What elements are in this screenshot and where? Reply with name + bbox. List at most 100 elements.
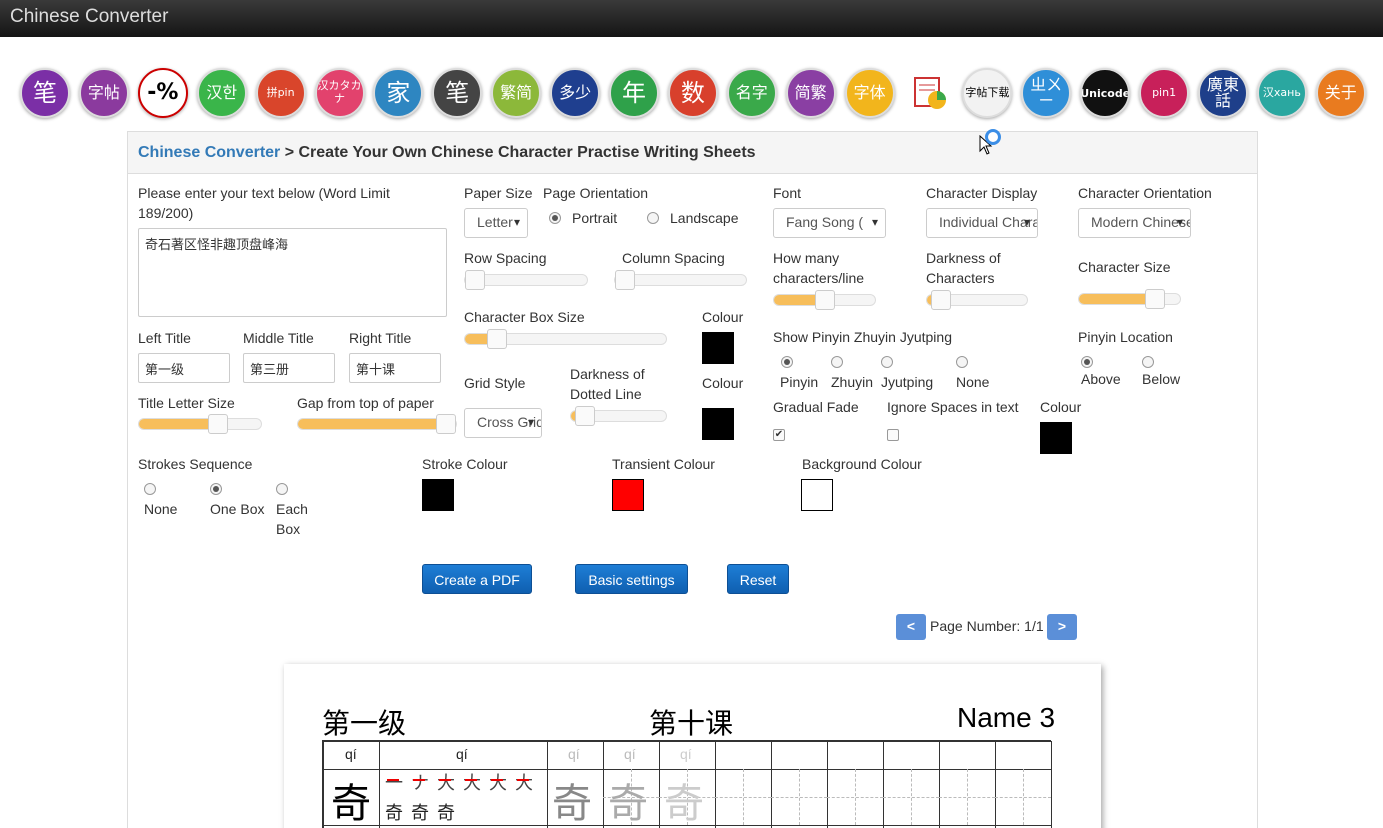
slider-handle[interactable] <box>208 414 228 434</box>
year-tool-icon[interactable]: 年 <box>609 68 659 118</box>
copybook-tool-icon[interactable]: 字帖 <box>78 68 129 118</box>
slider-handle[interactable] <box>815 290 835 310</box>
practice-text-area[interactable]: 奇石著区怪非趣顶盘峰海 <box>138 228 447 317</box>
portrait-radio[interactable] <box>549 212 561 224</box>
tool-icon-label: 字帖 <box>87 83 120 102</box>
slider-handle[interactable] <box>615 270 635 290</box>
paper-size-select[interactable]: Letter <box>464 208 528 238</box>
traditional-simplified-tool-icon[interactable]: 繁简 <box>491 68 542 118</box>
slider-handle[interactable] <box>465 270 485 290</box>
how-many-tool-icon[interactable]: 多少 <box>550 68 601 118</box>
strokes-each-box-radio[interactable] <box>276 483 288 495</box>
tool-icon-row: 笔 字帖 -% 汉한 拼pin 汉カタカナ家 笔 繁简 多少 年 数 名字 简繁 字体 字帖下载 ㄓㄨㄧ Uni… <box>0 68 1383 120</box>
stroke-colour-swatch[interactable] <box>422 479 454 511</box>
slider-handle[interactable] <box>1145 289 1165 309</box>
chinese-korean-tool-icon[interactable]: 汉한 <box>196 68 247 118</box>
zhuyin-radio[interactable] <box>831 356 843 368</box>
family-tool-icon[interactable]: 家 <box>373 68 424 118</box>
chinese-cyrillic-tool-icon[interactable]: 汉xaнь <box>1256 68 1307 118</box>
char-darkness-slider[interactable] <box>926 290 1028 310</box>
next-page-button[interactable]: > <box>1047 614 1077 640</box>
grid-line <box>883 741 884 828</box>
tool-icon-label: 笔 <box>445 79 470 107</box>
strokes-sequence-label: Strokes Sequence <box>138 456 253 472</box>
landscape-radio[interactable] <box>647 212 659 224</box>
pin1-tool-icon[interactable]: pin1 <box>1139 68 1190 118</box>
copybook-download-tool-icon[interactable]: 字帖下载 <box>962 68 1013 118</box>
dotted-colour-swatch[interactable] <box>702 408 734 440</box>
right-title-input[interactable]: 第十课 <box>349 353 441 383</box>
basic-settings-button[interactable]: Basic settings <box>575 564 688 594</box>
char-size-label: Character Size <box>1078 259 1171 275</box>
stroke-step-character: 一 <box>385 773 403 794</box>
zhuyin-tool-icon[interactable]: ㄓㄨㄧ <box>1021 68 1072 118</box>
transient-stroke-mark <box>517 779 529 781</box>
slider-handle[interactable] <box>436 414 456 434</box>
pinyin-tool-icon[interactable]: 拼pin <box>255 68 306 118</box>
ignore-spaces-checkbox[interactable] <box>887 429 899 441</box>
strokes-none-radio[interactable] <box>144 483 156 495</box>
stroke-step-character: ナ <box>411 773 429 794</box>
char-size-slider[interactable] <box>1078 289 1181 309</box>
title-letter-size-slider[interactable] <box>138 414 262 434</box>
slider-handle[interactable] <box>931 290 951 310</box>
gradual-fade-label: Gradual Fade <box>773 399 859 415</box>
jyutping-radio[interactable] <box>881 356 893 368</box>
number-tool-icon[interactable]: 数 <box>667 68 718 118</box>
dotted-darkness-slider[interactable] <box>570 406 667 426</box>
fade-colour-swatch[interactable] <box>1040 422 1072 454</box>
slider-handle[interactable] <box>487 329 507 349</box>
create-pdf-button[interactable]: Create a PDF <box>422 564 532 594</box>
brush-stroke-tool-icon[interactable]: 笔 <box>20 68 70 118</box>
chart-document-icon[interactable] <box>904 68 954 118</box>
dotted-guide <box>715 797 771 798</box>
simplified-traditional-tool-icon[interactable]: 简繁 <box>785 68 836 118</box>
tool-icon-label: 多少 <box>559 83 592 102</box>
none-pinyin-radio[interactable] <box>956 356 968 368</box>
pinyin-radio[interactable] <box>781 356 793 368</box>
grid-colour-swatch[interactable] <box>702 332 734 364</box>
column-spacing-slider[interactable] <box>614 270 747 290</box>
fade-colour-label: Colour <box>1040 399 1082 415</box>
page-number-label: Page Number: 1/1 <box>930 618 1044 634</box>
tool-icon-label: -% <box>147 80 179 105</box>
below-radio[interactable] <box>1142 356 1154 368</box>
char-display-select[interactable]: Individual Characters <box>926 208 1038 238</box>
sheet-left-title: 第一级 <box>322 707 407 740</box>
left-title-input[interactable]: 第一级 <box>138 353 230 383</box>
about-tool-icon[interactable]: 关于 <box>1315 68 1366 118</box>
font-label: Font <box>773 185 802 201</box>
unicode-tool-icon[interactable]: Unicode <box>1080 68 1131 118</box>
jyutping-option-label: Jyutping <box>881 374 934 390</box>
background-colour-swatch[interactable] <box>801 479 833 511</box>
transient-colour-swatch[interactable] <box>612 479 644 511</box>
background-colour-label: Background Colour <box>802 456 922 472</box>
chars-per-line-slider[interactable] <box>773 290 876 310</box>
breadcrumb-home-link[interactable]: Chinese Converter <box>138 144 280 161</box>
gradual-fade-checkbox[interactable]: ✔ <box>773 429 785 441</box>
char-darkness-label: Darkness of Characters <box>926 250 1001 286</box>
gap-from-top-slider[interactable] <box>297 414 457 434</box>
ignore-spaces-label: Ignore Spaces in text <box>887 399 1019 415</box>
name-tool-icon[interactable]: 名字 <box>726 68 777 118</box>
stroke-order-tool-icon[interactable]: 笔 <box>432 68 483 118</box>
prev-page-button[interactable]: < <box>896 614 926 640</box>
cantonese-tool-icon[interactable]: 廣東話 <box>1198 68 1248 118</box>
chinese-katakana-tool-icon[interactable]: 汉カタカナ <box>314 68 365 118</box>
percent-tool-icon[interactable]: -% <box>137 68 188 118</box>
font-tool-icon[interactable]: 字体 <box>844 68 895 118</box>
char-orientation-select[interactable]: Modern Chinese <box>1078 208 1191 238</box>
font-select[interactable]: Fang Song ( <box>773 208 886 238</box>
transient-stroke-mark <box>413 779 425 781</box>
dotted-guide <box>827 797 883 798</box>
app-title[interactable]: Chinese Converter <box>10 6 168 28</box>
reset-button[interactable]: Reset <box>727 564 789 594</box>
char-box-size-slider[interactable] <box>464 329 667 349</box>
pinyin-location-label: Pinyin Location <box>1078 329 1173 345</box>
above-radio[interactable] <box>1081 356 1093 368</box>
grid-style-select[interactable]: Cross Grid <box>464 408 542 438</box>
middle-title-input[interactable]: 第三册 <box>243 353 335 383</box>
slider-handle[interactable] <box>575 406 595 426</box>
row-spacing-slider[interactable] <box>464 270 588 290</box>
strokes-one-box-radio[interactable] <box>210 483 222 495</box>
